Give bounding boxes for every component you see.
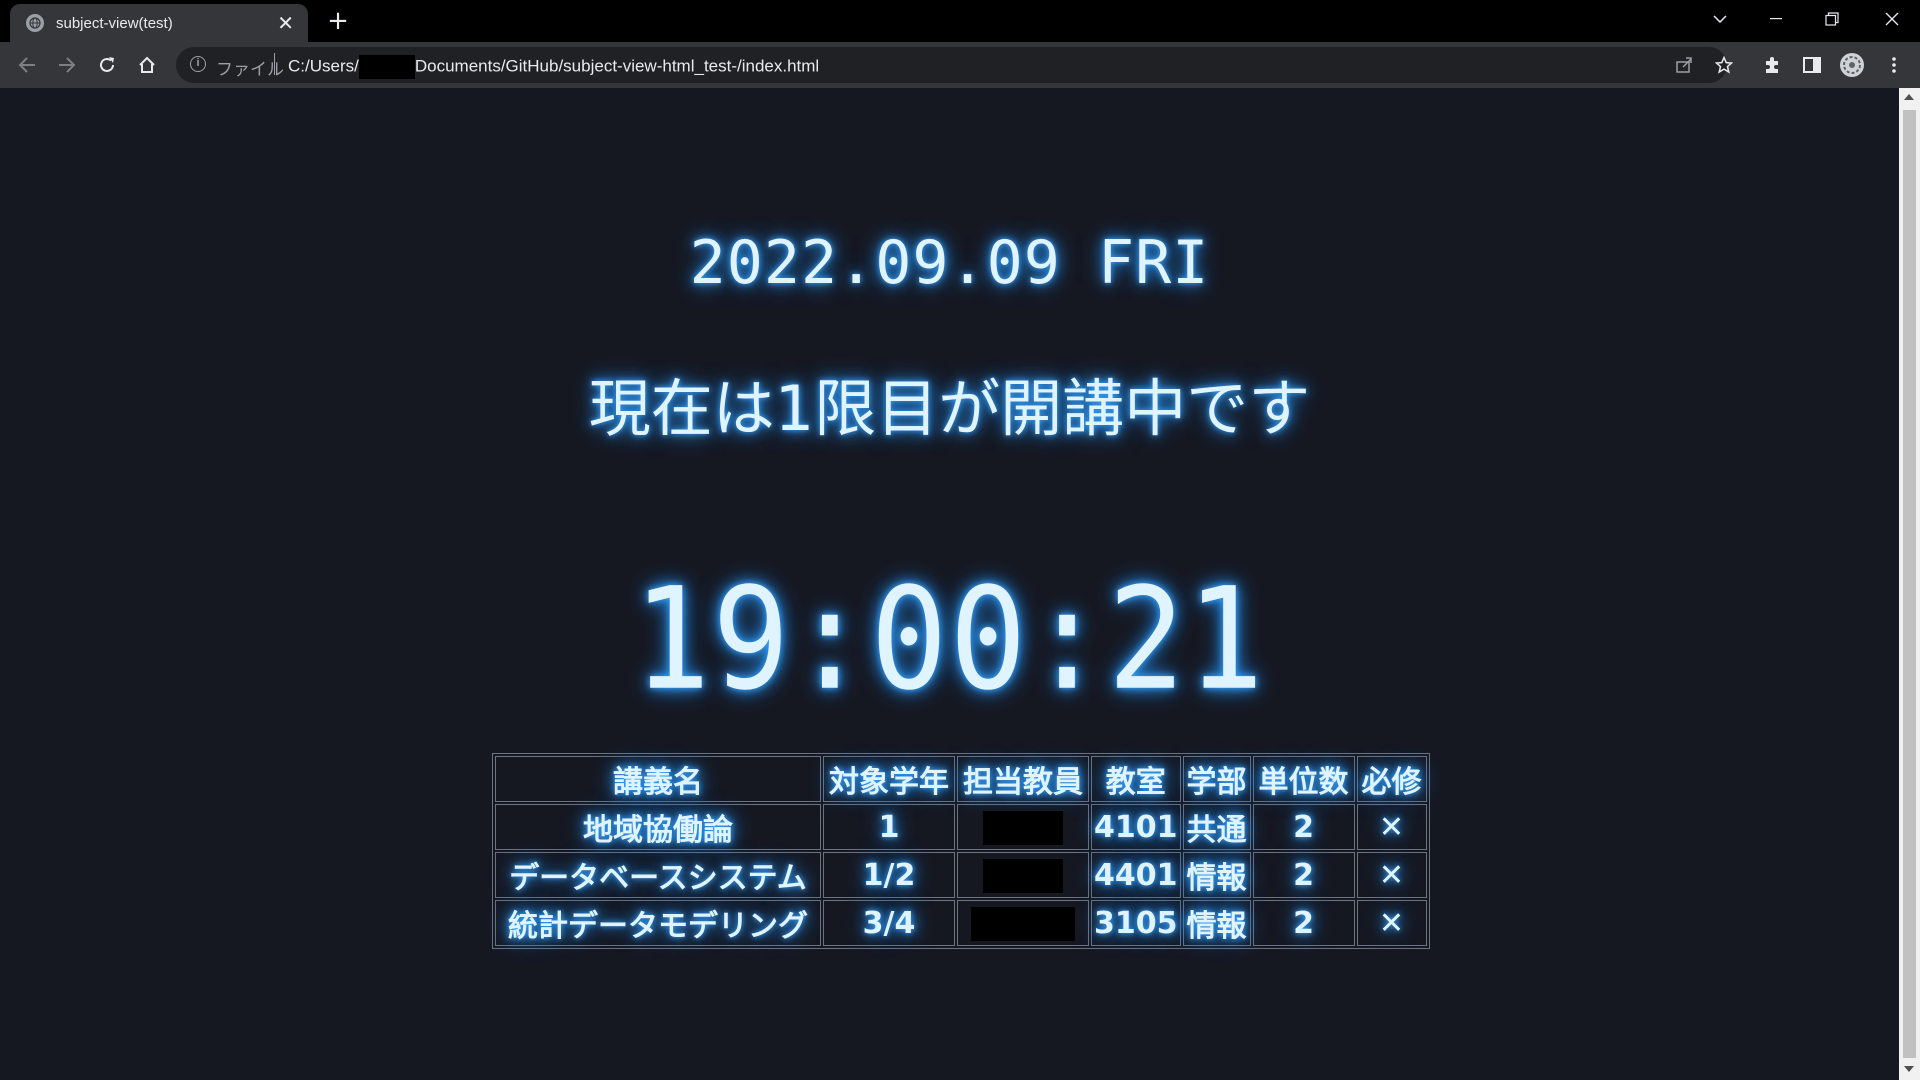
faculty: 共通 [1182, 804, 1251, 850]
tab-search-chevron-icon[interactable] [1692, 0, 1748, 38]
browser-toolbar: i ファイル C:/Users/Documents/GitHub/subject… [0, 42, 1920, 88]
scroll-down-arrow-icon[interactable] [1904, 1066, 1914, 1072]
header-target-grade: 対象学年 [823, 756, 955, 802]
omnibox-divider [274, 53, 275, 75]
scroll-up-arrow-icon[interactable] [1904, 94, 1914, 100]
header-instructor: 担当教員 [957, 756, 1089, 802]
target-grade: 1 [823, 804, 955, 850]
lecture-name: 地域協働論 [495, 804, 821, 850]
redaction-block [983, 810, 1063, 845]
classroom: 4401 [1091, 852, 1181, 898]
instructor-cell [957, 804, 1089, 850]
current-date: 2022.09.09 FRI [689, 228, 1210, 298]
menu-kebab-icon[interactable] [1880, 51, 1908, 79]
target-grade: 1/2 [823, 852, 955, 898]
lecture-name: 統計データモデリング [495, 900, 821, 946]
header-credits: 単位数 [1252, 756, 1355, 802]
required-mark: ✕ [1356, 804, 1427, 850]
credits: 2 [1252, 900, 1355, 946]
faculty: 情報 [1182, 852, 1251, 898]
extensions-puzzle-icon[interactable] [1758, 51, 1786, 79]
forward-arrow-icon[interactable] [53, 51, 81, 79]
table-row: データベースシステム 1/2 4401 情報 2 ✕ [495, 852, 1427, 898]
url-suffix: Documents/GitHub/subject-view-html_test-… [414, 56, 820, 76]
tab-close-icon[interactable]: ✕ [277, 13, 294, 33]
info-icon[interactable]: i [190, 56, 206, 72]
class-status-message: 現在は1限目が開講中です [588, 372, 1311, 445]
redaction-block [358, 55, 415, 79]
instructor-cell [957, 900, 1089, 946]
home-icon[interactable] [133, 51, 161, 79]
vertical-scrollbar[interactable] [1899, 88, 1920, 1080]
url-text[interactable]: C:/Users/Documents/GitHub/subject-view-h… [288, 55, 819, 79]
back-arrow-icon[interactable] [13, 51, 41, 79]
lecture-name: データベースシステム [495, 852, 821, 898]
table-row: 統計データモデリング 3/4 3105 情報 2 ✕ [495, 900, 1427, 946]
table-row: 地域協働論 1 4101 共通 2 ✕ [495, 804, 1427, 850]
tab-strip: subject-view(test) ✕ + [0, 0, 1920, 42]
side-panel-icon[interactable] [1798, 51, 1826, 79]
credits: 2 [1252, 804, 1355, 850]
close-window-button[interactable] [1864, 0, 1920, 38]
new-tab-button[interactable]: + [324, 8, 352, 36]
instructor-cell [957, 852, 1089, 898]
table-header-row: 講義名 対象学年 担当教員 教室 学部 単位数 必修 [495, 756, 1427, 802]
page-content: 2022.09.09 FRI 現在は1限目が開講中です 19:00:21 講義名… [0, 88, 1899, 1080]
classroom: 4101 [1091, 804, 1181, 850]
classroom: 3105 [1091, 900, 1181, 946]
bookmark-star-icon[interactable] [1710, 51, 1738, 79]
browser-tab[interactable]: subject-view(test) ✕ [10, 4, 308, 42]
redaction-block [983, 858, 1063, 893]
credits: 2 [1252, 852, 1355, 898]
digital-clock: 19:00:21 [633, 558, 1266, 722]
minimize-button[interactable] [1748, 0, 1804, 38]
subject-table: 講義名 対象学年 担当教員 教室 学部 単位数 必修 地域協働論 1 4101 … [492, 753, 1430, 949]
tab-title: subject-view(test) [56, 14, 173, 32]
required-mark: ✕ [1356, 900, 1427, 946]
faculty: 情報 [1182, 900, 1251, 946]
url-prefix: C:/Users/ [288, 56, 359, 76]
reload-icon[interactable] [93, 51, 121, 79]
address-bar[interactable]: i ファイル C:/Users/Documents/GitHub/subject… [176, 47, 1733, 83]
header-required: 必修 [1356, 756, 1427, 802]
required-mark: ✕ [1356, 852, 1427, 898]
header-lecture-name: 講義名 [495, 756, 821, 802]
restore-button[interactable] [1804, 0, 1860, 38]
header-faculty: 学部 [1182, 756, 1251, 802]
profile-avatar-icon[interactable] [1838, 51, 1866, 79]
share-icon[interactable] [1670, 51, 1698, 79]
header-classroom: 教室 [1091, 756, 1181, 802]
scroll-thumb[interactable] [1903, 110, 1916, 1058]
redaction-block [971, 906, 1075, 941]
target-grade: 3/4 [823, 900, 955, 946]
globe-icon [26, 14, 44, 32]
